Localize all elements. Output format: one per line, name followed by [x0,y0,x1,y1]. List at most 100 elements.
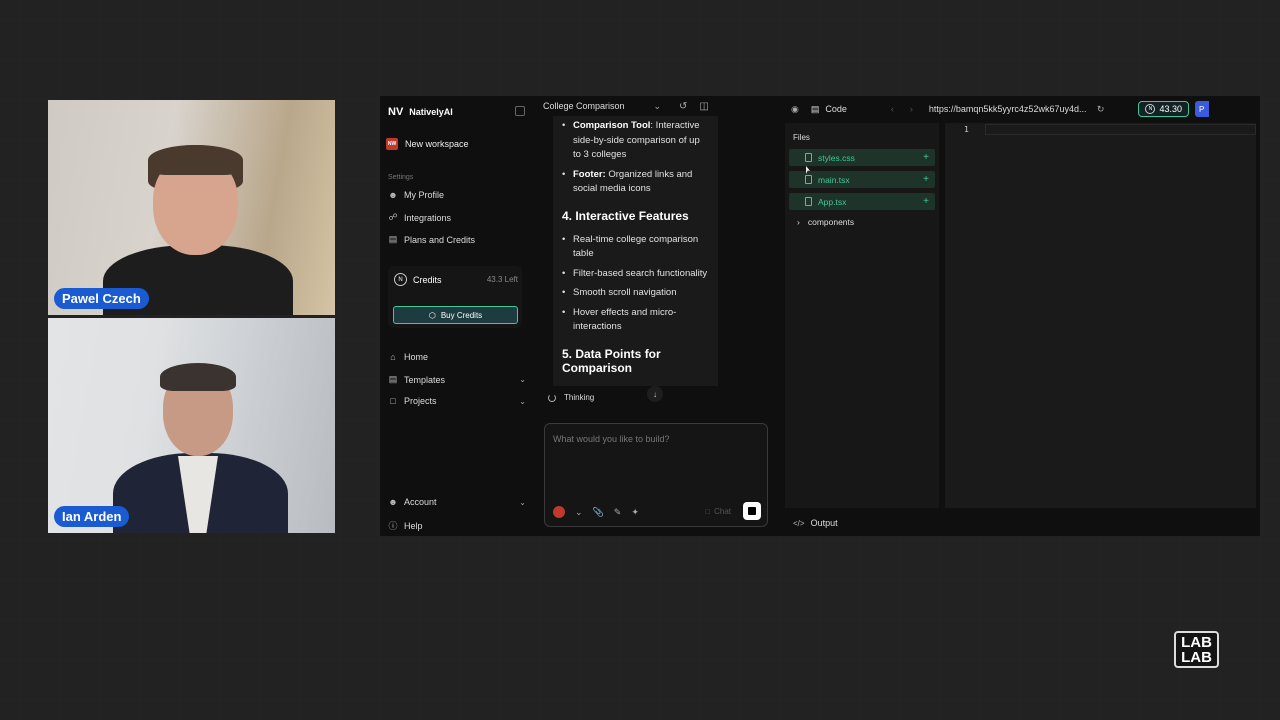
sidebar-item-integrations[interactable]: ☍ Integrations [388,212,526,223]
home-icon: ⌂ [390,352,396,362]
workspace-badge: NW [386,138,398,150]
brand-name: NativelyAI [409,107,453,117]
sidebar-item-label: My Profile [404,190,445,200]
integrations-icon: ☍ [388,212,398,222]
file-item[interactable]: main.tsx + [789,171,935,188]
sidebar-item-label: Integrations [404,212,452,223]
sidebar-item-help[interactable]: ⓘ Help [388,519,526,532]
chat-messages[interactable]: Comparison Tool: Interactive side-by-sid… [553,116,718,386]
workspace-selector[interactable]: NW New workspace [386,138,469,150]
attach-icon[interactable]: 📎 [593,507,604,518]
project-title: College Comparison [543,101,625,111]
sidebar-item-label: Help [404,520,423,531]
sidebar-item-templates[interactable]: ▤ Templates ⌄ [388,374,526,385]
code-editor[interactable]: 1 [945,123,1256,508]
file-item[interactable]: App.tsx + [789,193,935,210]
user-icon: ☻ [388,190,398,200]
output-label: Output [810,518,838,528]
chevron-down-icon: ⌄ [519,497,526,507]
tab-code[interactable]: ▤ Code [811,104,847,115]
list-item: Hover effects and micro-interactions [562,306,709,335]
participant-name-tag: Ian Arden [54,506,130,527]
chevron-down-icon[interactable]: ⌄ [575,507,583,518]
eye-icon[interactable]: ◉ [791,104,799,115]
chat-bubble-icon: □ [705,507,711,516]
stop-button[interactable] [743,502,761,520]
file-icon: ▤ [810,103,820,114]
history-icon[interactable]: ↺ [679,101,687,112]
publish-button[interactable]: P [1194,101,1209,117]
current-line-highlight [985,124,1256,135]
sidebar-item-label: Projects [404,396,437,406]
list-item: Real-time college comparison table [562,233,709,262]
back-icon[interactable]: ‹ [891,104,894,114]
chevron-down-icon: ⌄ [519,396,526,406]
sidebar-item-account[interactable]: ☻ Account ⌄ [388,497,526,507]
sidebar-item-projects[interactable]: □ Projects ⌄ [388,396,526,406]
plus-icon[interactable]: + [923,196,929,207]
brush-icon[interactable]: ✎ [614,507,622,518]
record-icon[interactable] [553,506,565,518]
thinking-label: Thinking [564,393,595,402]
brand-logo-icon: NV [388,106,404,118]
credits-badge[interactable]: N 43.30 [1138,101,1189,117]
scroll-down-button[interactable]: ↓ [647,386,663,402]
help-icon: ⓘ [388,521,398,531]
credits-label: Credits [413,274,442,285]
folder-name: components [807,217,855,227]
section-heading: 5. Data Points for Comparison [562,346,661,375]
sidebar-collapse-icon[interactable] [515,106,525,116]
templates-icon: ▤ [388,374,398,384]
plus-icon[interactable]: + [923,174,929,185]
chat-mode-toggle[interactable]: □ Chat [705,507,731,516]
plus-icon[interactable]: + [923,152,929,163]
folder-item[interactable]: › components [797,217,854,227]
refresh-icon[interactable]: ↻ [1097,104,1105,115]
card-icon: ▤ [388,234,398,244]
editor-header: ◉ ▤ Code ‹ › https://bamqn5kk5yyrc4z52wk… [791,101,1260,117]
settings-heading: Settings [388,174,414,181]
list-item: Filter-based search functionality [562,267,709,282]
account-icon: ☻ [388,497,398,507]
preview-url[interactable]: https://bamqn5kk5yyrc4z52wk67uy4d... [929,104,1097,114]
credits-row: N Credits 43.3 Left [394,273,518,286]
workspace-name: New workspace [405,139,469,149]
sparkle-icon[interactable]: ✦ [631,507,639,518]
project-selector[interactable]: College Comparison ⌄ [543,101,661,112]
credits-icon: N [1145,104,1156,114]
output-toggle[interactable]: </> Output [793,518,838,528]
brand[interactable]: NV NativelyAI [388,106,453,118]
sidebar-item-plans-and-credits[interactable]: ▤ Plans and Credits [388,234,526,245]
file-explorer: Files styles.css + main.tsx + App.tsx + … [785,123,939,508]
file-item[interactable]: styles.css + [789,149,935,166]
code-icon: </> [793,518,805,528]
file-icon [805,153,812,162]
credits-score: 43.30 [1159,104,1182,114]
forward-icon[interactable]: › [910,104,913,114]
credits-remaining: 43.3 Left [486,275,518,284]
section-heading: 4. Interactive Features [562,208,689,223]
chat-header: College Comparison ⌄ ↺ ◫ [543,101,709,112]
sidebar-item-label: Templates [404,374,446,385]
chat-tools: ⌄ 📎 ✎ ✦ [553,506,639,518]
buy-credits-button[interactable]: ⬡ Buy Credits [393,306,518,324]
thinking-indicator: Thinking [548,393,594,402]
sidebar: NV NativelyAI NW New workspace Settings … [380,96,530,536]
sidebar-item-label: Plans and Credits [404,234,476,245]
cube-icon: ⬡ [428,310,436,320]
stop-icon [748,507,756,515]
sidebar-item-label: Home [404,352,429,362]
sidebar-item-home[interactable]: ⌂ Home [388,352,526,362]
sidebar-item-my-profile[interactable]: ☻ My Profile [388,190,526,200]
chat-mode-label: Chat [714,507,731,516]
tab-code-label: Code [825,104,847,114]
chevron-down-icon: ⌄ [653,101,661,111]
line-number: 1 [964,125,969,134]
chevron-down-icon: ⌄ [519,375,526,384]
person-hair-top [148,145,243,175]
file-name: App.tsx [818,196,847,207]
folder-icon: □ [390,396,396,406]
chat-input[interactable]: What would you like to build? ⌄ 📎 ✎ ✦ □ … [544,423,768,527]
panel-toggle-icon[interactable]: ◫ [699,101,708,112]
lablab-logo: LAB LAB [1174,631,1219,668]
